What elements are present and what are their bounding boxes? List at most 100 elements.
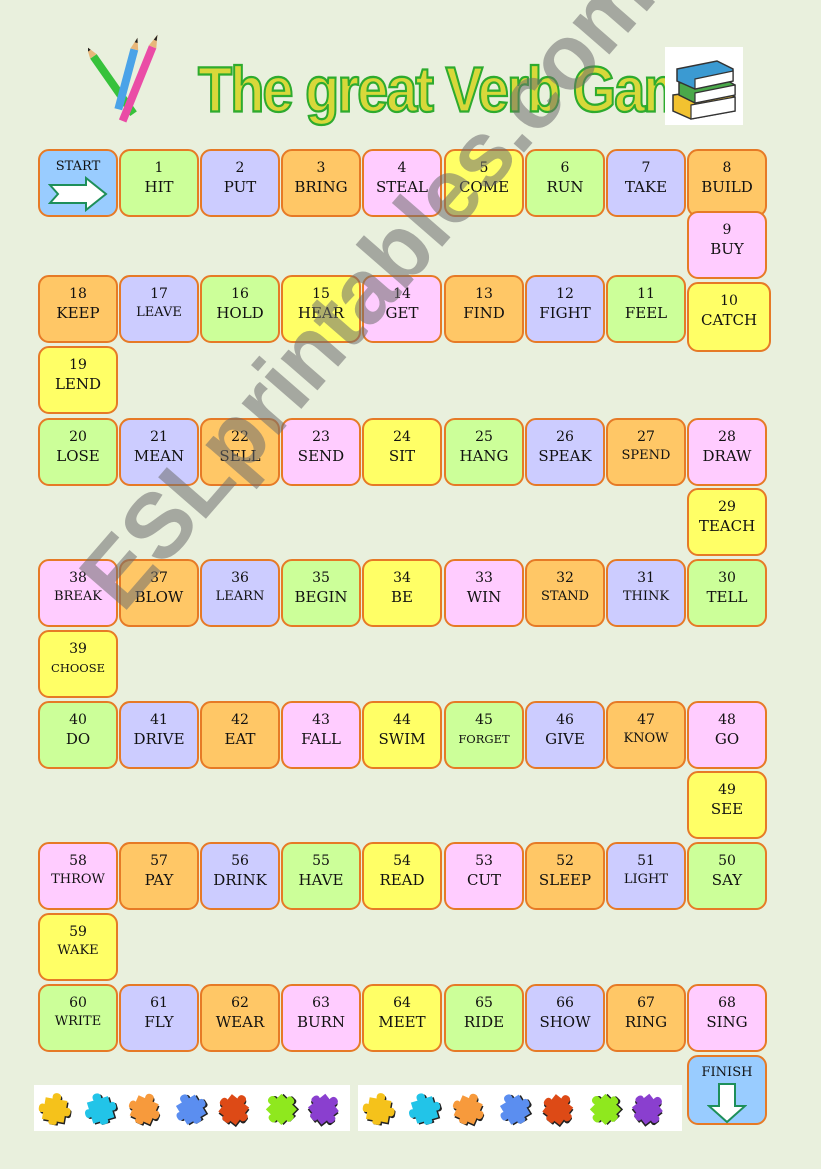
- square-number: 60: [69, 995, 87, 1011]
- board-square[interactable]: 13 FIND: [444, 275, 524, 343]
- board-square[interactable]: 25 HANG: [444, 418, 524, 486]
- board-square[interactable]: 23 SEND: [281, 418, 361, 486]
- board-square[interactable]: 60 WRITE: [38, 984, 118, 1052]
- board-square[interactable]: 47 KNOW: [606, 701, 686, 769]
- board-square[interactable]: 45 FORGET: [444, 701, 524, 769]
- board-square[interactable]: 49 SEE: [687, 771, 767, 839]
- board-square[interactable]: 21 MEAN: [119, 418, 199, 486]
- board-square[interactable]: 50 SAY: [687, 842, 767, 910]
- square-verb: STAND: [540, 589, 590, 604]
- board-square[interactable]: 54 READ: [362, 842, 442, 910]
- board-square[interactable]: 65 RIDE: [444, 984, 524, 1052]
- square-number: 38: [69, 570, 87, 586]
- square-verb: FORGET: [458, 732, 510, 746]
- square-number: 3: [316, 160, 326, 176]
- board-square[interactable]: 14 GET: [362, 275, 442, 343]
- square-verb: SEE: [710, 800, 744, 818]
- board-square[interactable]: 27 SPEND: [606, 418, 686, 486]
- board-square[interactable]: 10 CATCH: [687, 282, 771, 352]
- board-square[interactable]: 67 RING: [606, 984, 686, 1052]
- square-verb: MEAN: [133, 447, 185, 465]
- board-square[interactable]: 8 BUILD: [687, 149, 767, 217]
- board-square[interactable]: 40 DO: [38, 701, 118, 769]
- board-square[interactable]: 56 DRINK: [200, 842, 280, 910]
- board-square[interactable]: 9 BUY: [687, 211, 767, 279]
- board-square[interactable]: 29 TEACH: [687, 488, 767, 556]
- square-verb: BEGIN: [294, 588, 348, 606]
- arrow-down-icon: [706, 1082, 748, 1128]
- board-square[interactable]: 7 TAKE: [606, 149, 686, 217]
- board-square[interactable]: 51 LIGHT: [606, 842, 686, 910]
- square-number: 26: [556, 429, 574, 445]
- square-verb: LEARN: [215, 589, 265, 604]
- puzzle-piece-icon: [301, 1084, 349, 1132]
- board-square[interactable]: 55 HAVE: [281, 842, 361, 910]
- board-square[interactable]: 15 HEAR: [281, 275, 361, 343]
- board-square[interactable]: 41 DRIVE: [119, 701, 199, 769]
- board-square[interactable]: 37 BLOW: [119, 559, 199, 627]
- board-square[interactable]: 4 STEAL: [362, 149, 442, 217]
- board-square[interactable]: 22 SELL: [200, 418, 280, 486]
- board-square[interactable]: 66 SHOW: [525, 984, 605, 1052]
- board-square[interactable]: 33 WIN: [444, 559, 524, 627]
- board-square[interactable]: 19 LEND: [38, 346, 118, 414]
- board-square[interactable]: 64 MEET: [362, 984, 442, 1052]
- board-square[interactable]: 42 EAT: [200, 701, 280, 769]
- board-square[interactable]: 28 DRAW: [687, 418, 767, 486]
- square-verb: TEACH: [698, 517, 756, 535]
- board-square[interactable]: 62 WEAR: [200, 984, 280, 1052]
- finish-square[interactable]: FINISH: [687, 1055, 767, 1125]
- board-square[interactable]: 26 SPEAK: [525, 418, 605, 486]
- board-square[interactable]: 11 FEEL: [606, 275, 686, 343]
- square-verb: GET: [385, 304, 419, 322]
- board-square[interactable]: 38 BREAK: [38, 559, 118, 627]
- board-square[interactable]: 61 FLY: [119, 984, 199, 1052]
- board-square[interactable]: 24 SIT: [362, 418, 442, 486]
- board-square[interactable]: 68 SING: [687, 984, 767, 1052]
- board-square[interactable]: 12 FIGHT: [525, 275, 605, 343]
- square-number: 20: [69, 429, 87, 445]
- board-square[interactable]: 16 HOLD: [200, 275, 280, 343]
- board-square[interactable]: 17 LEAVE: [119, 275, 199, 343]
- board-square[interactable]: 1 HIT: [119, 149, 199, 217]
- square-number: 35: [312, 570, 330, 586]
- square-number: 15: [312, 286, 330, 302]
- square-verb: TELL: [706, 588, 748, 606]
- board-square[interactable]: 6 RUN: [525, 149, 605, 217]
- square-number: 62: [231, 995, 249, 1011]
- board-square[interactable]: 34 BE: [362, 559, 442, 627]
- board-square[interactable]: 59 WAKE: [38, 913, 118, 981]
- board-square[interactable]: 63 BURN: [281, 984, 361, 1052]
- square-verb: HOLD: [216, 304, 264, 322]
- board-square[interactable]: 2 PUT: [200, 149, 280, 217]
- board-square[interactable]: 58 THROW: [38, 842, 118, 910]
- board-square[interactable]: 3 BRING: [281, 149, 361, 217]
- start-square[interactable]: START: [38, 149, 118, 217]
- board-square[interactable]: 30 TELL: [687, 559, 767, 627]
- square-verb: COME: [458, 178, 510, 196]
- board-square[interactable]: 32 STAND: [525, 559, 605, 627]
- board-square[interactable]: 20 LOSE: [38, 418, 118, 486]
- puzzle-piece-icon: [580, 1084, 628, 1132]
- board-square[interactable]: 18 KEEP: [38, 275, 118, 343]
- board-square[interactable]: 44 SWIM: [362, 701, 442, 769]
- board-square[interactable]: 43 FALL: [281, 701, 361, 769]
- square-number: 18: [69, 286, 87, 302]
- board-square[interactable]: 57 PAY: [119, 842, 199, 910]
- board-square[interactable]: 39 CHOOSE: [38, 630, 118, 698]
- board-square[interactable]: 48 GO: [687, 701, 767, 769]
- board-square[interactable]: 31 THINK: [606, 559, 686, 627]
- square-verb: HAVE: [298, 871, 344, 889]
- board-square[interactable]: 36 LEARN: [200, 559, 280, 627]
- board-square[interactable]: 5 COME: [444, 149, 524, 217]
- board-square[interactable]: 53 CUT: [444, 842, 524, 910]
- square-number: 47: [637, 712, 655, 728]
- board-square[interactable]: 46 GIVE: [525, 701, 605, 769]
- board-square[interactable]: 35 BEGIN: [281, 559, 361, 627]
- square-number: 40: [69, 712, 87, 728]
- square-number: 33: [475, 570, 493, 586]
- square-number: 42: [231, 712, 249, 728]
- board-square[interactable]: 52 SLEEP: [525, 842, 605, 910]
- square-number: 61: [150, 995, 168, 1011]
- square-number: 9: [722, 222, 732, 238]
